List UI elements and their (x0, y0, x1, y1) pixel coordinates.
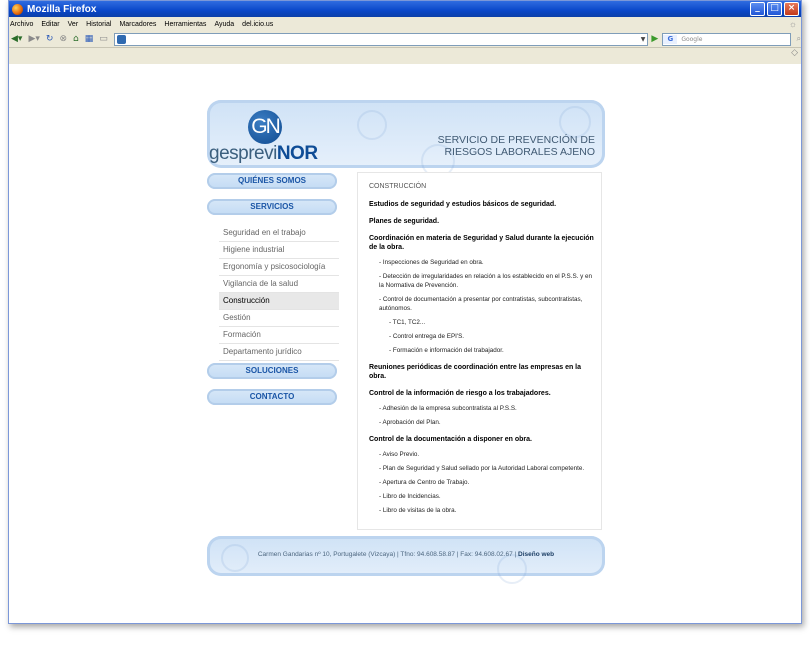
menu-ayuda[interactable]: Ayuda (214, 21, 234, 28)
logo-wordmark[interactable]: gespreviNOR (209, 143, 318, 165)
maximize-button[interactable]: □ (767, 2, 782, 16)
go-icon[interactable]: ▶ (651, 34, 658, 44)
content-list-item: - Adhesión de la empresa subcontratista … (379, 405, 517, 412)
submenu-item-vigilancia[interactable]: Vigilancia de la salud (219, 276, 339, 293)
content-panel: CONSTRUCCIÓN Estudios de seguridad y est… (357, 172, 602, 530)
navigation-toolbar: ◀▾ ▶▾ ↻ ⊗ ⌂ ▦ ▭ ▼ ▶ G Google ⌕ (9, 31, 801, 48)
menu-ver[interactable]: Ver (68, 21, 79, 28)
search-box[interactable]: G Google (662, 32, 791, 46)
watermark-icon (357, 110, 387, 140)
back-icon[interactable]: ◀▾ (11, 34, 22, 44)
menu-soluciones[interactable]: SOLUCIONES (207, 363, 337, 379)
content-list-item: - Control entrega de EPI'S. (389, 333, 465, 340)
menu-contacto[interactable]: CONTACTO (207, 389, 337, 405)
extension-icon[interactable]: ◇ (791, 48, 798, 58)
page-viewport: GN gespreviNOR SERVICIO DE PREVENCIÓN DE… (9, 64, 801, 623)
header-title-line2: RIESGOS LABORALES AJENO (444, 146, 595, 158)
submenu-item-seguridad[interactable]: Seguridad en el trabajo (219, 225, 339, 242)
menu-bar: Archivo Editar Ver Historial Marcadores … (9, 17, 801, 31)
content-list-item: - Aviso Previo. (379, 451, 420, 458)
header-title-line1: SERVICIO DE PREVENCIÓN DE (437, 134, 595, 146)
logo-mark[interactable]: GN (248, 110, 282, 144)
services-submenu: Seguridad en el trabajo Higiene industri… (219, 225, 339, 361)
submenu-item-gestion[interactable]: Gestión (219, 310, 339, 327)
submenu-item-formacion[interactable]: Formación (219, 327, 339, 344)
menu-editar[interactable]: Editar (41, 21, 59, 28)
throbber-icon: ☼ (788, 19, 797, 29)
footer-design-link[interactable]: Diseño web (518, 551, 554, 558)
site-favicon-icon (116, 34, 126, 44)
menu-servicios[interactable]: SERVICIOS (207, 199, 337, 215)
bookmark-icon[interactable]: ▦ (85, 34, 94, 44)
url-dropdown-icon[interactable]: ▼ (641, 36, 646, 43)
search-icon[interactable]: ⌕ (797, 34, 801, 44)
content-list-item: - TC1, TC2... (389, 319, 426, 326)
content-list-item: - Libro de Incidencias. (379, 493, 441, 500)
submenu-item-ergonomia[interactable]: Ergonomía y psicosociología (219, 259, 339, 276)
content-list-item: - Formación e información del trabajador… (389, 347, 504, 354)
submenu-item-construccion[interactable]: Construcción (219, 293, 339, 310)
window-title: Mozilla Firefox (27, 3, 97, 15)
footer-address: Carmen Gandarias nº 10, Portugalete (Viz… (257, 551, 518, 558)
content-heading: Coordinación en materia de Seguridad y S… (369, 235, 594, 251)
google-engine-icon[interactable]: G (663, 34, 678, 44)
content-list-item: - Apertura de Centro de Trabajo. (379, 479, 470, 486)
home-icon[interactable]: ⌂ (73, 34, 79, 44)
content-list-item: - Aprobación del Plan. (379, 419, 441, 426)
menu-marcadores[interactable]: Marcadores (119, 21, 156, 28)
submenu-item-higiene[interactable]: Higiene industrial (219, 242, 339, 259)
submenu-item-juridico[interactable]: Departamento jurídico (219, 344, 339, 361)
logo-suffix: NOR (276, 143, 318, 164)
content-list-item: - Plan de Seguridad y Salud sellado por … (379, 465, 585, 472)
stop-icon[interactable]: ⊗ (59, 34, 67, 44)
forward-icon[interactable]: ▶▾ (28, 34, 39, 44)
content-heading: Control de la documentación a disponer e… (369, 436, 532, 443)
menu-historial[interactable]: Historial (86, 21, 111, 28)
footer-text: Carmen Gandarias nº 10, Portugalete (Viz… (207, 551, 605, 558)
content-heading: Control de la información de riesgo a lo… (369, 390, 551, 397)
close-button[interactable]: × (784, 2, 799, 16)
menu-quienes-somos[interactable]: QUIÉNES SOMOS (207, 173, 337, 189)
content-heading: Planes de seguridad. (369, 218, 440, 225)
menu-delicious[interactable]: del.icio.us (242, 21, 273, 28)
watermark-icon (221, 544, 249, 572)
reload-icon[interactable]: ↻ (46, 34, 54, 44)
content-heading: Estudios de seguridad y estudios básicos… (369, 201, 557, 208)
title-bar: Mozilla Firefox _ □ × (9, 1, 801, 17)
url-bar[interactable]: ▼ (113, 32, 649, 46)
print-icon[interactable]: ▭ (99, 34, 108, 44)
search-placeholder: Google (681, 35, 703, 43)
section-title: CONSTRUCCIÓN (369, 183, 427, 190)
main-menu: QUIÉNES SOMOS SERVICIOS Seguridad en el … (207, 173, 342, 415)
content-list-item: - Control de documentación a presentar p… (379, 296, 583, 312)
content-body: CONSTRUCCIÓN Estudios de seguridad y est… (358, 173, 601, 523)
content-list-item: - Libro de visitas de la obra. (379, 507, 457, 514)
menu-herramientas[interactable]: Herramientas (164, 21, 206, 28)
minimize-button[interactable]: _ (750, 2, 765, 16)
content-list-item: - Inspecciones de Seguridad en obra. (379, 259, 484, 266)
content-list-item: - Detección de irregularidades en relaci… (379, 273, 593, 289)
watermark-icon (497, 554, 527, 584)
browser-window: Mozilla Firefox _ □ × Archivo Editar Ver… (8, 0, 802, 624)
logo-prefix: gesprevi (209, 143, 277, 164)
header-title: SERVICIO DE PREVENCIÓN DE RIESGOS LABORA… (438, 134, 595, 158)
menu-archivo[interactable]: Archivo (10, 21, 33, 28)
site-footer: Carmen Gandarias nº 10, Portugalete (Viz… (207, 536, 605, 584)
site-header: GN gespreviNOR SERVICIO DE PREVENCIÓN DE… (207, 100, 605, 178)
firefox-icon (12, 3, 23, 15)
content-heading: Reuniones periódicas de coordinación ent… (369, 364, 582, 380)
bookmarks-toolbar: ◇ (9, 48, 801, 58)
